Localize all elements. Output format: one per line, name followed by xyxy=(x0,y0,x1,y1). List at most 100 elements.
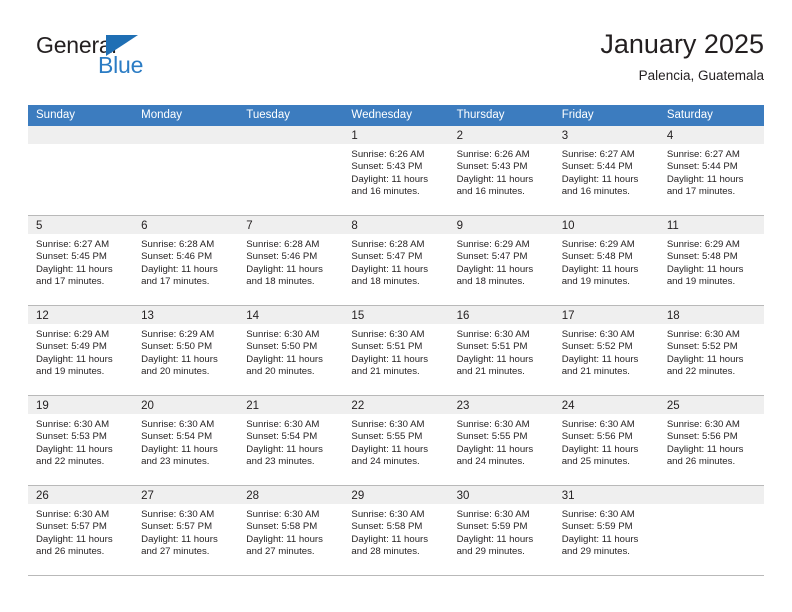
sunrise-time: Sunrise: 6:29 AM xyxy=(561,239,635,250)
day-number-band: 16 xyxy=(448,306,554,324)
calendar-day-cell[interactable]: 24 Sunrise: 6:30 AM Sunset: 5:56 PM Dayligh… xyxy=(553,396,659,485)
calendar-day-cell[interactable]: 19 Sunrise: 6:30 AM Sunset: 5:53 PM Dayligh… xyxy=(28,396,134,485)
calendar-day-cell[interactable]: 29 Sunrise: 6:30 AM Sunset: 5:58 PM Dayligh… xyxy=(343,486,449,575)
day-number: 16 xyxy=(456,310,470,322)
daylight-duration-line1: Daylight: 11 hours xyxy=(141,443,218,455)
calendar-day-cell[interactable]: 16 Sunrise: 6:30 AM Sunset: 5:51 PM Dayligh… xyxy=(448,306,554,395)
sunset-time: Sunset: 5:47 PM xyxy=(351,251,423,263)
day-details: Sunrise: 6:30 AM Sunset: 5:54 PM Daylight:… xyxy=(133,414,238,469)
calendar-day-cell[interactable]: 9 Sunrise: 6:29 AM Sunset: 5:47 PM Daylight… xyxy=(448,216,554,305)
daylight-duration-line1: Daylight: 11 hours xyxy=(561,443,639,455)
calendar-day-cell[interactable]: 17 Sunrise: 6:30 AM Sunset: 5:52 PM Dayligh… xyxy=(553,306,659,395)
daylight-duration-line1: Daylight: 11 hours xyxy=(561,263,639,275)
daylight-duration-line2: and 17 minutes. xyxy=(36,276,105,288)
day-number: 25 xyxy=(666,400,680,412)
sunset-time: Sunset: 5:56 PM xyxy=(666,431,738,443)
calendar-day-cell[interactable]: 15 Sunrise: 6:30 AM Sunset: 5:51 PM Dayligh… xyxy=(343,306,449,395)
day-number-band: 19 xyxy=(28,396,134,414)
calendar-day-cell[interactable]: 28 Sunrise: 6:30 AM Sunset: 5:58 PM Dayligh… xyxy=(238,486,344,575)
daylight-duration-line2: and 26 minutes. xyxy=(36,546,105,558)
daylight-duration-line1: Daylight: 11 hours xyxy=(456,533,534,545)
calendar-day-cell[interactable]: 26 Sunrise: 6:30 AM Sunset: 5:57 PM Dayligh… xyxy=(28,486,134,575)
calendar-day-cell[interactable]: 20 Sunrise: 6:30 AM Sunset: 5:54 PM Dayligh… xyxy=(133,396,239,485)
day-number-band: 11 xyxy=(658,216,764,234)
day-number-band: 22 xyxy=(343,396,449,414)
calendar-day-cell[interactable]: 7 Sunrise: 6:28 AM Sunset: 5:46 PM Daylight… xyxy=(238,216,344,305)
calendar-day-cell[interactable]: 21 Sunrise: 6:30 AM Sunset: 5:54 PM Dayligh… xyxy=(238,396,344,485)
brand-logo[interactable]: General Blue xyxy=(36,32,276,92)
calendar-day-cell[interactable]: 4 Sunrise: 6:27 AM Sunset: 5:44 PM Daylight… xyxy=(658,126,764,215)
day-number: 6 xyxy=(141,220,148,232)
page-title: January 2025 xyxy=(600,29,764,59)
calendar-day-cell[interactable]: 2 Sunrise: 6:26 AM Sunset: 5:43 PM Daylight… xyxy=(448,126,554,215)
day-number: 24 xyxy=(561,400,575,412)
calendar-day-cell-empty xyxy=(238,126,344,215)
calendar-day-cell[interactable]: 12 Sunrise: 6:29 AM Sunset: 5:49 PM Dayligh… xyxy=(28,306,134,395)
day-number-band: 4 xyxy=(658,126,764,144)
day-number: 5 xyxy=(36,220,43,232)
calendar-day-cell[interactable]: 27 Sunrise: 6:30 AM Sunset: 5:57 PM Dayligh… xyxy=(133,486,239,575)
sunset-time: Sunset: 5:44 PM xyxy=(561,161,633,173)
daylight-duration-line2: and 23 minutes. xyxy=(246,456,315,468)
sunrise-time: Sunrise: 6:28 AM xyxy=(141,239,215,250)
daylight-duration-line2: and 18 minutes. xyxy=(456,276,525,288)
calendar-week-row: 1 Sunrise: 6:26 AM Sunset: 5:43 PM Daylight… xyxy=(28,126,764,216)
daylight-duration-line2: and 21 minutes. xyxy=(351,366,420,378)
daylight-duration-line1: Daylight: 11 hours xyxy=(666,353,744,365)
calendar-day-cell[interactable]: 14 Sunrise: 6:30 AM Sunset: 5:50 PM Dayligh… xyxy=(238,306,344,395)
day-number-band: 21 xyxy=(238,396,344,414)
day-number-band: 26 xyxy=(28,486,134,504)
calendar-day-cell[interactable]: 6 Sunrise: 6:28 AM Sunset: 5:46 PM Daylight… xyxy=(133,216,239,305)
day-number-band: 27 xyxy=(133,486,239,504)
calendar-day-cell[interactable]: 10 Sunrise: 6:29 AM Sunset: 5:48 PM Dayligh… xyxy=(553,216,659,305)
sunset-time: Sunset: 5:46 PM xyxy=(141,251,213,263)
sunrise-time: Sunrise: 6:30 AM xyxy=(561,419,635,430)
sunrise-time: Sunrise: 6:27 AM xyxy=(561,149,635,160)
calendar-day-cell[interactable]: 13 Sunrise: 6:29 AM Sunset: 5:50 PM Dayligh… xyxy=(133,306,239,395)
sunset-time: Sunset: 5:55 PM xyxy=(456,431,528,443)
daylight-duration-line1: Daylight: 11 hours xyxy=(666,173,744,185)
calendar-day-cell[interactable]: 18 Sunrise: 6:30 AM Sunset: 5:52 PM Dayligh… xyxy=(658,306,764,395)
day-number: 9 xyxy=(456,220,463,232)
calendar-day-cell[interactable]: 30 Sunrise: 6:30 AM Sunset: 5:59 PM Dayligh… xyxy=(448,486,554,575)
day-details: Sunrise: 6:27 AM Sunset: 5:45 PM Daylight:… xyxy=(28,234,133,289)
weekday-header-tuesday: Tuesday xyxy=(246,109,290,121)
daylight-duration-line1: Daylight: 11 hours xyxy=(141,353,218,365)
sunset-time: Sunset: 5:51 PM xyxy=(351,341,423,353)
sunset-time: Sunset: 5:48 PM xyxy=(561,251,633,263)
calendar-day-cell[interactable]: 25 Sunrise: 6:30 AM Sunset: 5:56 PM Dayligh… xyxy=(658,396,764,485)
day-details: Sunrise: 6:30 AM Sunset: 5:51 PM Daylight:… xyxy=(343,324,448,379)
calendar-day-cell[interactable]: 3 Sunrise: 6:27 AM Sunset: 5:44 PM Daylight… xyxy=(553,126,659,215)
calendar-day-cell[interactable]: 8 Sunrise: 6:28 AM Sunset: 5:47 PM Daylight… xyxy=(343,216,449,305)
calendar-day-cell-empty xyxy=(133,126,239,215)
calendar-day-cell[interactable]: 22 Sunrise: 6:30 AM Sunset: 5:55 PM Dayligh… xyxy=(343,396,449,485)
sunrise-time: Sunrise: 6:30 AM xyxy=(666,419,740,430)
day-number: 28 xyxy=(246,490,260,502)
day-number-band: 12 xyxy=(28,306,134,324)
sunset-time: Sunset: 5:46 PM xyxy=(246,251,318,263)
daylight-duration-line2: and 26 minutes. xyxy=(666,456,736,468)
calendar-day-cell[interactable]: 5 Sunrise: 6:27 AM Sunset: 5:45 PM Daylight… xyxy=(28,216,134,305)
day-details: Sunrise: 6:28 AM Sunset: 5:46 PM Daylight:… xyxy=(238,234,343,289)
day-details: Sunrise: 6:27 AM Sunset: 5:44 PM Daylight:… xyxy=(554,144,659,199)
daylight-duration-line1: Daylight: 11 hours xyxy=(36,353,113,365)
sunrise-time: Sunrise: 6:30 AM xyxy=(561,329,635,340)
calendar-day-cell[interactable]: 11 Sunrise: 6:29 AM Sunset: 5:48 PM Dayligh… xyxy=(658,216,764,305)
day-number: 1 xyxy=(351,130,358,142)
calendar-day-cell[interactable]: 1 Sunrise: 6:26 AM Sunset: 5:43 PM Daylight… xyxy=(343,126,449,215)
day-number: 26 xyxy=(36,490,49,502)
calendar-day-cell[interactable]: 23 Sunrise: 6:30 AM Sunset: 5:55 PM Dayligh… xyxy=(448,396,554,485)
daylight-duration-line2: and 17 minutes. xyxy=(141,276,210,288)
sunrise-time: Sunrise: 6:28 AM xyxy=(246,239,320,250)
day-details: Sunrise: 6:30 AM Sunset: 5:57 PM Daylight:… xyxy=(28,504,133,559)
calendar-day-cell[interactable]: 31 Sunrise: 6:30 AM Sunset: 5:59 PM Dayligh… xyxy=(553,486,659,575)
weekday-header-thursday: Thursday xyxy=(456,109,505,121)
day-number-band: 13 xyxy=(133,306,239,324)
sunset-time: Sunset: 5:57 PM xyxy=(36,521,107,533)
weekday-header-monday: Monday xyxy=(141,109,183,121)
daylight-duration-line2: and 24 minutes. xyxy=(456,456,525,468)
day-details: Sunrise: 6:29 AM Sunset: 5:49 PM Daylight:… xyxy=(28,324,133,379)
sunset-time: Sunset: 5:58 PM xyxy=(351,521,423,533)
day-number-band: 14 xyxy=(238,306,344,324)
day-number-band: 9 xyxy=(448,216,554,234)
